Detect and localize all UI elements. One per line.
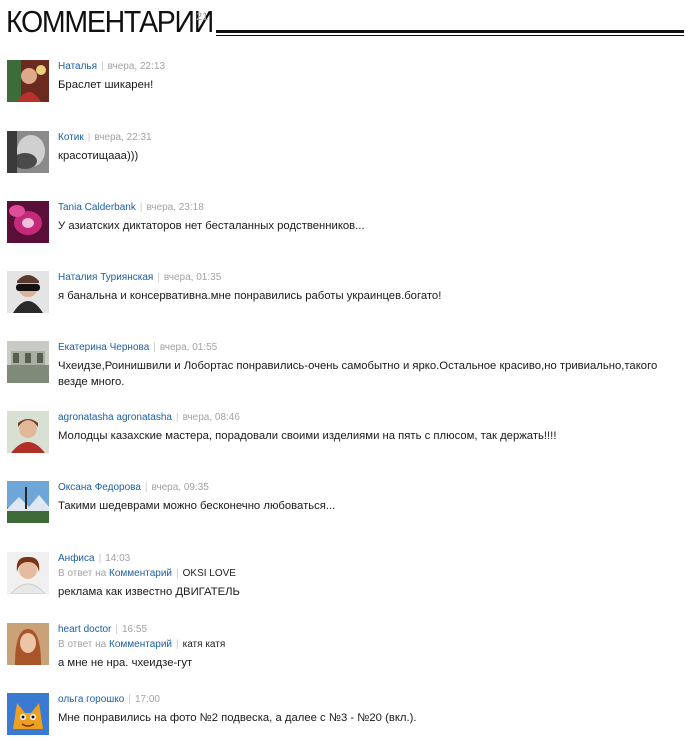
meta-separator: | [157, 272, 160, 283]
comment-author-link[interactable]: Tania Calderbank [58, 202, 136, 213]
reply-user: катя катя [182, 639, 226, 650]
meta-separator: | [101, 61, 104, 72]
comment-meta: Оксана Федорова | вчера, 09:35 [58, 481, 683, 495]
comment-time: вчера, 08:46 [182, 412, 240, 423]
user-avatar[interactable] [7, 411, 49, 453]
comment-author-link[interactable]: agronatasha agronatasha [58, 412, 172, 423]
header-rule [216, 30, 684, 36]
comments-header: КОММЕНТАРИИ 21 [6, 4, 684, 40]
user-avatar[interactable] [7, 693, 49, 735]
comment-author-link[interactable]: Оксана Федорова [58, 482, 141, 493]
comment-author-link[interactable]: heart doctor [58, 624, 111, 635]
comment-meta: Котик | вчера, 22:31 [58, 131, 683, 145]
user-avatar[interactable] [7, 60, 49, 102]
meta-separator: | [87, 132, 91, 143]
comment-text: Браслет шикарен! [58, 79, 154, 91]
comment-meta: ольга горошко | 17:00 [58, 693, 683, 707]
reply-info: В ответ на Комментарий | OKSI LOVE [58, 567, 683, 581]
meta-separator: | [176, 568, 179, 579]
comment-meta: Анфиса | 14:03 [58, 552, 683, 566]
comment-meta: heart doctor | 16:55 [58, 623, 683, 637]
reply-prefix: В ответ на [58, 639, 107, 650]
reply-info: В ответ на Комментарий | катя катя [58, 638, 683, 652]
comment-meta: agronatasha agronatasha | вчера, 08:46 [58, 411, 683, 425]
comment-time: 17:00 [134, 694, 160, 705]
meta-separator: | [144, 482, 148, 493]
user-avatar[interactable] [7, 201, 49, 243]
meta-separator: | [176, 639, 179, 650]
reply-comment-link[interactable]: Комментарий [109, 568, 172, 579]
comment-time: 16:55 [121, 624, 148, 635]
reply-prefix: В ответ на [58, 568, 107, 579]
comment-author-link[interactable]: Анфиса [58, 553, 95, 564]
comments-count: 21 [196, 11, 209, 23]
comment-text: я банальна и консервативна.мне понравили… [58, 290, 442, 302]
comment-time: вчера, 09:35 [151, 482, 209, 493]
meta-separator: | [175, 412, 179, 423]
comments-title: КОММЕНТАРИИ [6, 4, 214, 39]
comment-meta: Наталия Туриянская | вчера, 01:35 [58, 271, 683, 285]
comment-time: вчера, 22:31 [94, 132, 152, 143]
comment-meta: Екатерина Чернова | вчера, 01:55 [58, 341, 683, 355]
meta-separator: | [139, 202, 143, 213]
comment-time: вчера, 23:18 [146, 202, 204, 213]
comment-text: а мне не нра. чхеидзе-гут [58, 657, 193, 669]
comment-time: вчера, 22:13 [107, 61, 166, 72]
meta-separator: | [98, 553, 102, 564]
comment-author-link[interactable]: Екатерина Чернова [58, 342, 149, 353]
reply-comment-link[interactable]: Комментарий [109, 639, 172, 650]
user-avatar[interactable] [7, 341, 49, 383]
comment-time: вчера, 01:35 [163, 272, 222, 283]
user-avatar[interactable] [7, 623, 49, 665]
comment-author-link[interactable]: Наталия Туриянская [58, 272, 153, 283]
comment-text: Мне понравились на фото №2 подвеска, а д… [58, 712, 417, 724]
comment-meta: Tania Calderbank | вчера, 23:18 [58, 201, 683, 215]
comment-author-link[interactable]: Котик [58, 132, 84, 143]
user-avatar[interactable] [7, 481, 49, 523]
comment-text: Чхеидзе,Роинишвили и Лобортас понравилис… [58, 360, 658, 388]
comment-text: реклама как известно ДВИГАТЕЛЬ [58, 586, 240, 598]
meta-separator: | [128, 694, 131, 705]
comment-meta: Наталья | вчера, 22:13 [58, 60, 683, 74]
user-avatar[interactable] [7, 131, 49, 173]
comment-author-link[interactable]: Наталья [58, 61, 97, 72]
comment-text: У азиатских диктаторов нет бесталанных р… [58, 220, 365, 232]
meta-separator: | [115, 624, 118, 635]
user-avatar[interactable] [7, 271, 49, 313]
reply-user: OKSI LOVE [182, 568, 236, 579]
comment-text: красотищааа))) [58, 150, 139, 162]
meta-separator: | [153, 342, 156, 353]
user-avatar[interactable] [7, 552, 49, 594]
comment-text: Молодцы казахские мастера, порадовали св… [58, 430, 557, 442]
comment-time: 14:03 [105, 553, 131, 564]
comment-time: вчера, 01:55 [159, 342, 218, 353]
comment-author-link[interactable]: ольга горошко [58, 694, 124, 705]
comment-text: Такими шедеврами можно бесконечно любова… [58, 500, 336, 512]
